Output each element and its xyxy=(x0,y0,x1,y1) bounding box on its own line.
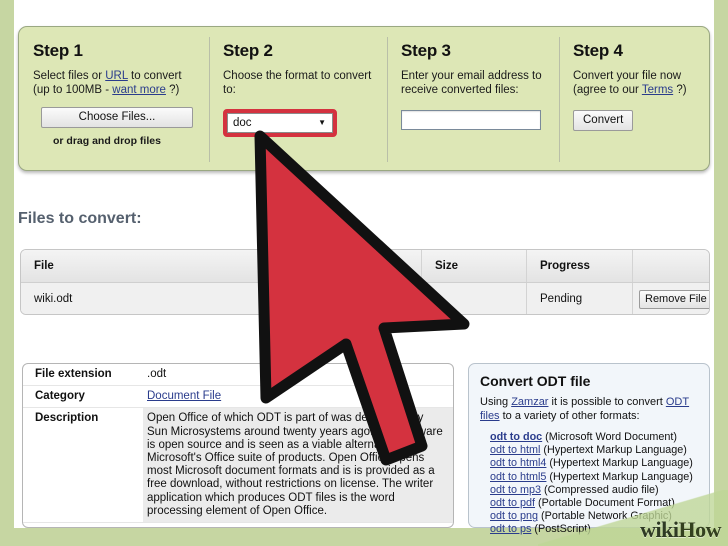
files-table-header: File Size Progress xyxy=(21,250,709,283)
step-divider-3 xyxy=(559,37,560,162)
column-header-file: File xyxy=(34,260,54,272)
email-input[interactable] xyxy=(401,110,541,130)
step-4: Step 4 Convert your file now (agree to o… xyxy=(559,27,711,172)
step-4-description: Convert your file now (agree to our Term… xyxy=(573,69,701,97)
format-select-value: doc xyxy=(233,117,252,129)
format-link-odt-to-pdf[interactable]: odt to pdf xyxy=(490,497,535,509)
format-list-item: odt to pdf (Portable Document Format) xyxy=(490,497,699,510)
info-row-description: Description Open Office of which ODT is … xyxy=(23,408,453,524)
files-table: File Size Progress wiki.odt Pending Remo… xyxy=(20,249,710,315)
step-1-text-a: Select files or xyxy=(33,70,106,82)
intro-text-a: Using xyxy=(480,396,512,408)
step-4-title: Step 4 xyxy=(573,41,623,60)
format-link-odt-to-doc[interactable]: odt to doc xyxy=(490,431,542,443)
format-description: (Hypertext Markup Language) xyxy=(546,457,693,470)
cell-progress: Pending xyxy=(526,283,632,314)
step-4-text-b: ?) xyxy=(673,84,687,96)
table-row: wiki.odt Pending Remove File xyxy=(21,283,709,314)
remove-file-button[interactable]: Remove File xyxy=(639,289,709,309)
format-list-item: odt to doc (Microsoft Word Document) xyxy=(490,431,699,444)
chevron-down-icon: ▼ xyxy=(318,118,326,127)
format-list-item: odt to png (Portable Network Graphic) xyxy=(490,510,699,523)
step-1-title: Step 1 xyxy=(33,41,83,60)
step-3: Step 3 Enter your email address to recei… xyxy=(387,27,559,172)
format-list-item: odt to ps (PostScript) xyxy=(490,523,699,536)
steps-panel: Step 1 Select files or URL to convert (u… xyxy=(18,26,710,171)
drag-drop-note: or drag and drop files xyxy=(53,135,161,147)
format-link-odt-to-mp3[interactable]: odt to mp3 xyxy=(490,484,541,496)
zamzar-link[interactable]: Zamzar xyxy=(511,396,548,408)
cell-actions: Remove File xyxy=(632,283,709,314)
info-key-category: Category xyxy=(35,390,85,403)
cell-file-size xyxy=(421,283,526,314)
column-header-progress: Progress xyxy=(526,250,632,282)
cell-file-name: wiki.odt xyxy=(34,293,73,305)
format-list-item: odt to html4 (Hypertext Markup Language) xyxy=(490,457,699,470)
convert-panel-title: Convert ODT file xyxy=(480,373,591,389)
format-description: (Hypertext Markup Language) xyxy=(546,470,693,483)
step-1-text-c: ?) xyxy=(165,84,180,96)
want-more-link[interactable]: want more xyxy=(112,84,166,96)
step-1-description: Select files or URL to convert (up to 10… xyxy=(33,69,199,97)
screenshot-root: Step 1 Select files or URL to convert (u… xyxy=(0,0,728,546)
format-description: (PostScript) xyxy=(531,523,591,536)
convert-odt-panel: Convert ODT file Using Zamzar it is poss… xyxy=(468,363,710,535)
intro-text-b: it is possible to convert xyxy=(548,396,666,408)
format-description: (Portable Network Graphic) xyxy=(538,510,672,523)
info-value-actions: ODT to DOC - Convert file now View other… xyxy=(143,523,453,528)
format-list-item: odt to mp3 (Compressed audio file) xyxy=(490,484,699,497)
format-description: (Microsoft Word Document) xyxy=(542,431,677,443)
info-key-actions: Actions xyxy=(23,523,143,527)
format-list-item: odt to html (Hypertext Markup Language) xyxy=(490,444,699,457)
odt-to-doc-link[interactable]: ODT to DOC xyxy=(147,527,214,528)
format-link-odt-to-html5[interactable]: odt to html5 xyxy=(490,471,546,483)
file-info-box: File extension .odt Category Document Fi… xyxy=(22,363,454,528)
info-row-extension: File extension .odt xyxy=(23,364,453,387)
document-file-link[interactable]: Document File xyxy=(147,390,221,402)
column-header-actions xyxy=(632,250,709,282)
format-link-odt-to-html4[interactable]: odt to html4 xyxy=(490,457,546,469)
step-1: Step 1 Select files or URL to convert (u… xyxy=(19,27,209,172)
format-description: (Compressed audio file) xyxy=(541,483,659,496)
format-link-odt-to-png[interactable]: odt to png xyxy=(490,510,538,522)
format-select[interactable]: doc ▼ xyxy=(227,113,333,133)
step-divider-2 xyxy=(387,37,388,162)
info-value-extension: .odt xyxy=(147,368,167,380)
actions-separator: - xyxy=(214,527,224,528)
step-divider-1 xyxy=(209,37,210,162)
url-link[interactable]: URL xyxy=(105,70,128,82)
info-value-description: Open Office of which ODT is part of was … xyxy=(143,408,453,523)
format-select-highlight: doc ▼ xyxy=(223,109,337,137)
convert-file-now-link[interactable]: Convert file now xyxy=(224,527,306,528)
info-row-category: Category Document File xyxy=(23,386,453,409)
step-3-description: Enter your email address to receive conv… xyxy=(401,70,542,96)
format-conversion-list: odt to doc (Microsoft Word Document) odt … xyxy=(480,431,699,537)
format-link-odt-to-ps[interactable]: odt to ps xyxy=(490,523,531,535)
convert-button[interactable]: Convert xyxy=(573,110,634,131)
step-2-title: Step 2 xyxy=(223,41,273,60)
info-row-actions: Actions ODT to DOC - Convert file now Vi… xyxy=(23,523,453,528)
format-description: (Portable Document Format) xyxy=(535,497,675,510)
info-value-category: Document File xyxy=(143,386,453,407)
format-description: (Hypertext Markup Language) xyxy=(540,444,687,457)
column-header-size: Size xyxy=(421,250,526,282)
terms-link[interactable]: Terms xyxy=(642,84,673,96)
info-key-extension: File extension xyxy=(35,368,112,380)
choose-files-button[interactable]: Choose Files... xyxy=(41,107,193,128)
step-3-title: Step 3 xyxy=(401,41,451,60)
choose-files-wrap: Choose Files... xyxy=(41,107,199,128)
step-2-description: Choose the format to convert to: xyxy=(223,70,372,96)
format-list-item: odt to html5 (Hypertext Markup Language) xyxy=(490,471,699,484)
step-2: Step 2 Choose the format to convert to: … xyxy=(209,27,387,172)
format-link-odt-to-html[interactable]: odt to html xyxy=(490,444,540,456)
intro-text-c: to a variety of other formats: xyxy=(499,409,640,422)
files-to-convert-heading: Files to convert: xyxy=(18,210,142,227)
convert-panel-intro: Using Zamzar it is possible to convert O… xyxy=(480,396,699,423)
info-key-description: Description xyxy=(23,408,143,523)
